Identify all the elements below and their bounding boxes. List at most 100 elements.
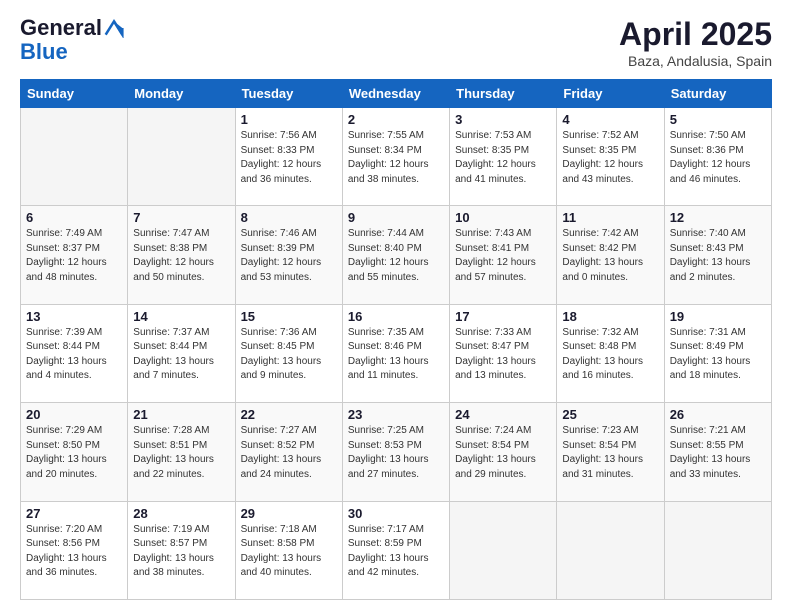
calendar-cell: 26Sunrise: 7:21 AM Sunset: 8:55 PM Dayli… xyxy=(664,403,771,501)
cell-info: Sunrise: 7:53 AM Sunset: 8:35 PM Dayligh… xyxy=(455,129,551,187)
cell-info: Sunrise: 7:44 AM Sunset: 8:40 PM Dayligh… xyxy=(348,227,444,285)
day-number: 25 xyxy=(562,407,658,422)
calendar-cell: 24 Sunrise: 7:24 AM Sunset: 8:54 PM Dayli… xyxy=(450,403,557,501)
cell-info: Sunrise: 7:28 AM Sunset: 8:51 PM Dayligh… xyxy=(133,424,229,482)
cell-info: Sunrise: 7:20 AM Sunset: 8:56 PM Dayligh… xyxy=(26,523,122,581)
title-block: April 2025 Baza, Andalusia, Spain xyxy=(619,16,772,69)
calendar-cell: 10 Sunrise: 7:43 AM Sunset: 8:41 PM Dayli… xyxy=(450,206,557,304)
cell-info: Sunrise: 7:47 AM Sunset: 8:38 PM Dayligh… xyxy=(133,227,229,285)
day-number: 19 xyxy=(670,309,766,324)
calendar-week-0: 1 Sunrise: 7:56 AM Sunset: 8:33 PM Daylig… xyxy=(21,108,772,206)
logo-blue: Blue xyxy=(20,39,68,64)
day-number: 12 xyxy=(670,210,766,225)
day-number: 2 xyxy=(348,112,444,127)
cell-info: Sunrise: 7:37 AM Sunset: 8:44 PM Dayligh… xyxy=(133,326,229,384)
calendar-cell: 15Sunrise: 7:36 AM Sunset: 8:45 PM Dayli… xyxy=(235,304,342,402)
cell-info: Sunrise: 7:56 AM Sunset: 8:33 PM Dayligh… xyxy=(241,129,337,187)
cell-info: Sunrise: 7:49 AM Sunset: 8:37 PM Dayligh… xyxy=(26,227,122,285)
cell-info: Sunrise: 7:52 AM Sunset: 8:35 PM Dayligh… xyxy=(562,129,658,187)
calendar-cell: 3Sunrise: 7:53 AM Sunset: 8:35 PM Daylig… xyxy=(450,108,557,206)
calendar-cell: 20Sunrise: 7:29 AM Sunset: 8:50 PM Dayli… xyxy=(21,403,128,501)
logo-general: General xyxy=(20,16,102,40)
calendar-cell: 27 Sunrise: 7:20 AM Sunset: 8:56 PM Dayli… xyxy=(21,501,128,599)
cell-info: Sunrise: 7:18 AM Sunset: 8:58 PM Dayligh… xyxy=(241,523,337,581)
day-number: 20 xyxy=(26,407,122,422)
cell-info: Sunrise: 7:19 AM Sunset: 8:57 PM Dayligh… xyxy=(133,523,229,581)
month-title: April 2025 xyxy=(619,16,772,53)
calendar-week-1: 6 Sunrise: 7:49 AM Sunset: 8:37 PM Daylig… xyxy=(21,206,772,304)
header-thursday: Thursday xyxy=(450,80,557,108)
header-monday: Monday xyxy=(128,80,235,108)
header-sunday: Sunday xyxy=(21,80,128,108)
calendar-cell: 18 Sunrise: 7:32 AM Sunset: 8:48 PM Dayli… xyxy=(557,304,664,402)
cell-info: Sunrise: 7:21 AM Sunset: 8:55 PM Dayligh… xyxy=(670,424,766,482)
cell-info: Sunrise: 7:36 AM Sunset: 8:45 PM Dayligh… xyxy=(241,326,337,384)
header-tuesday: Tuesday xyxy=(235,80,342,108)
calendar-cell xyxy=(557,501,664,599)
day-number: 21 xyxy=(133,407,229,422)
day-number: 14 xyxy=(133,309,229,324)
calendar-cell: 22 Sunrise: 7:27 AM Sunset: 8:52 PM Dayli… xyxy=(235,403,342,501)
calendar-cell: 23Sunrise: 7:25 AM Sunset: 8:53 PM Dayli… xyxy=(342,403,449,501)
calendar-cell xyxy=(450,501,557,599)
cell-info: Sunrise: 7:46 AM Sunset: 8:39 PM Dayligh… xyxy=(241,227,337,285)
day-number: 4 xyxy=(562,112,658,127)
header-saturday: Saturday xyxy=(664,80,771,108)
calendar-week-4: 27 Sunrise: 7:20 AM Sunset: 8:56 PM Dayli… xyxy=(21,501,772,599)
day-number: 18 xyxy=(562,309,658,324)
calendar-cell: 14 Sunrise: 7:37 AM Sunset: 8:44 PM Dayli… xyxy=(128,304,235,402)
calendar-cell xyxy=(21,108,128,206)
calendar: Sunday Monday Tuesday Wednesday Thursday… xyxy=(20,79,772,600)
day-number: 10 xyxy=(455,210,551,225)
day-number: 11 xyxy=(562,210,658,225)
calendar-cell xyxy=(664,501,771,599)
day-number: 27 xyxy=(26,506,122,521)
day-number: 6 xyxy=(26,210,122,225)
day-number: 17 xyxy=(455,309,551,324)
cell-info: Sunrise: 7:42 AM Sunset: 8:42 PM Dayligh… xyxy=(562,227,658,285)
calendar-cell: 9 Sunrise: 7:44 AM Sunset: 8:40 PM Daylig… xyxy=(342,206,449,304)
calendar-cell: 11 Sunrise: 7:42 AM Sunset: 8:42 PM Dayli… xyxy=(557,206,664,304)
calendar-cell: 12Sunrise: 7:40 AM Sunset: 8:43 PM Dayli… xyxy=(664,206,771,304)
calendar-cell: 2Sunrise: 7:55 AM Sunset: 8:34 PM Daylig… xyxy=(342,108,449,206)
calendar-cell: 28 Sunrise: 7:19 AM Sunset: 8:57 PM Dayli… xyxy=(128,501,235,599)
day-number: 8 xyxy=(241,210,337,225)
calendar-week-3: 20Sunrise: 7:29 AM Sunset: 8:50 PM Dayli… xyxy=(21,403,772,501)
day-number: 5 xyxy=(670,112,766,127)
cell-info: Sunrise: 7:23 AM Sunset: 8:54 PM Dayligh… xyxy=(562,424,658,482)
cell-info: Sunrise: 7:17 AM Sunset: 8:59 PM Dayligh… xyxy=(348,523,444,581)
calendar-cell: 21 Sunrise: 7:28 AM Sunset: 8:51 PM Dayli… xyxy=(128,403,235,501)
day-number: 1 xyxy=(241,112,337,127)
cell-info: Sunrise: 7:24 AM Sunset: 8:54 PM Dayligh… xyxy=(455,424,551,482)
cell-info: Sunrise: 7:35 AM Sunset: 8:46 PM Dayligh… xyxy=(348,326,444,384)
cell-info: Sunrise: 7:50 AM Sunset: 8:36 PM Dayligh… xyxy=(670,129,766,187)
cell-info: Sunrise: 7:43 AM Sunset: 8:41 PM Dayligh… xyxy=(455,227,551,285)
header-wednesday: Wednesday xyxy=(342,80,449,108)
calendar-cell xyxy=(128,108,235,206)
logo-icon xyxy=(104,18,124,38)
calendar-cell: 1 Sunrise: 7:56 AM Sunset: 8:33 PM Daylig… xyxy=(235,108,342,206)
day-number: 9 xyxy=(348,210,444,225)
calendar-cell: 8 Sunrise: 7:46 AM Sunset: 8:39 PM Daylig… xyxy=(235,206,342,304)
calendar-week-2: 13Sunrise: 7:39 AM Sunset: 8:44 PM Dayli… xyxy=(21,304,772,402)
day-number: 24 xyxy=(455,407,551,422)
cell-info: Sunrise: 7:33 AM Sunset: 8:47 PM Dayligh… xyxy=(455,326,551,384)
day-number: 16 xyxy=(348,309,444,324)
calendar-cell: 29 Sunrise: 7:18 AM Sunset: 8:58 PM Dayli… xyxy=(235,501,342,599)
day-number: 13 xyxy=(26,309,122,324)
cell-info: Sunrise: 7:32 AM Sunset: 8:48 PM Dayligh… xyxy=(562,326,658,384)
calendar-cell: 19Sunrise: 7:31 AM Sunset: 8:49 PM Dayli… xyxy=(664,304,771,402)
day-number: 29 xyxy=(241,506,337,521)
day-number: 7 xyxy=(133,210,229,225)
day-number: 28 xyxy=(133,506,229,521)
day-number: 22 xyxy=(241,407,337,422)
cell-info: Sunrise: 7:25 AM Sunset: 8:53 PM Dayligh… xyxy=(348,424,444,482)
cell-info: Sunrise: 7:27 AM Sunset: 8:52 PM Dayligh… xyxy=(241,424,337,482)
location-subtitle: Baza, Andalusia, Spain xyxy=(619,53,772,69)
logo: General Blue xyxy=(20,16,124,64)
calendar-cell: 25 Sunrise: 7:23 AM Sunset: 8:54 PM Dayli… xyxy=(557,403,664,501)
calendar-cell: 30 Sunrise: 7:17 AM Sunset: 8:59 PM Dayli… xyxy=(342,501,449,599)
day-number: 30 xyxy=(348,506,444,521)
calendar-cell: 16 Sunrise: 7:35 AM Sunset: 8:46 PM Dayli… xyxy=(342,304,449,402)
calendar-cell: 13Sunrise: 7:39 AM Sunset: 8:44 PM Dayli… xyxy=(21,304,128,402)
